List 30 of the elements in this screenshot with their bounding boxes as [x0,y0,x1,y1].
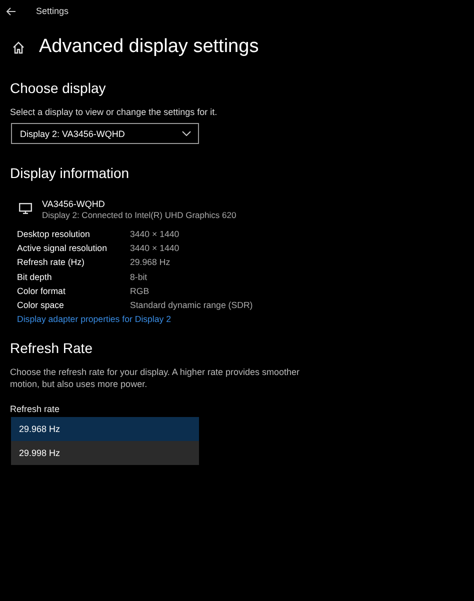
refresh-rate-option[interactable]: 29.968 Hz [11,416,199,441]
display-dropdown[interactable]: Display 2: VA3456-WQHD [11,123,199,144]
info-label: Desktop resolution [17,229,91,239]
info-label: Refresh rate (Hz) [17,257,86,268]
home-icon[interactable] [12,40,25,54]
section-heading: Choose display [10,80,107,96]
info-label: Active signal resolution [17,243,108,254]
chevron-icon [182,131,191,136]
section-heading: Refresh Rate [10,340,94,356]
back-icon[interactable] [6,6,16,16]
info-value: 3440 × 1440 [130,229,180,239]
info-value: 29.968 Hz [130,257,172,268]
section-heading: Display information [10,165,130,181]
refresh-rate-option[interactable]: 29.998 Hz [11,440,199,465]
info-label: Color space [17,300,65,310]
monitor-icon [19,203,32,214]
connection-text: Display 2: Connected to Intel(R) UHD Graphics 620 [42,210,236,220]
window-title: Settings [36,6,69,16]
description-text: Select a display to view or change the settings for it. [10,107,218,117]
info-value: 3440 × 1440 [130,243,180,254]
info-value: 8-bit [130,272,148,282]
info-label: Bit depth [17,272,53,282]
adapter-properties-link[interactable]: Display adapter properties for Display 2 [17,314,474,324]
info-label: Color format [17,286,66,296]
page-title: Advanced display settings [39,36,259,58]
info-value: RGB [130,286,150,296]
info-value: Standard dynamic range (SDR) [130,300,254,310]
description-text: Choose the refresh rate for your display. A higher rate provides smoother motion, but also uses more power. [10,366,300,390]
monitor-name: VA3456-WQHD [42,199,106,209]
field-label: Refresh rate [10,404,61,414]
